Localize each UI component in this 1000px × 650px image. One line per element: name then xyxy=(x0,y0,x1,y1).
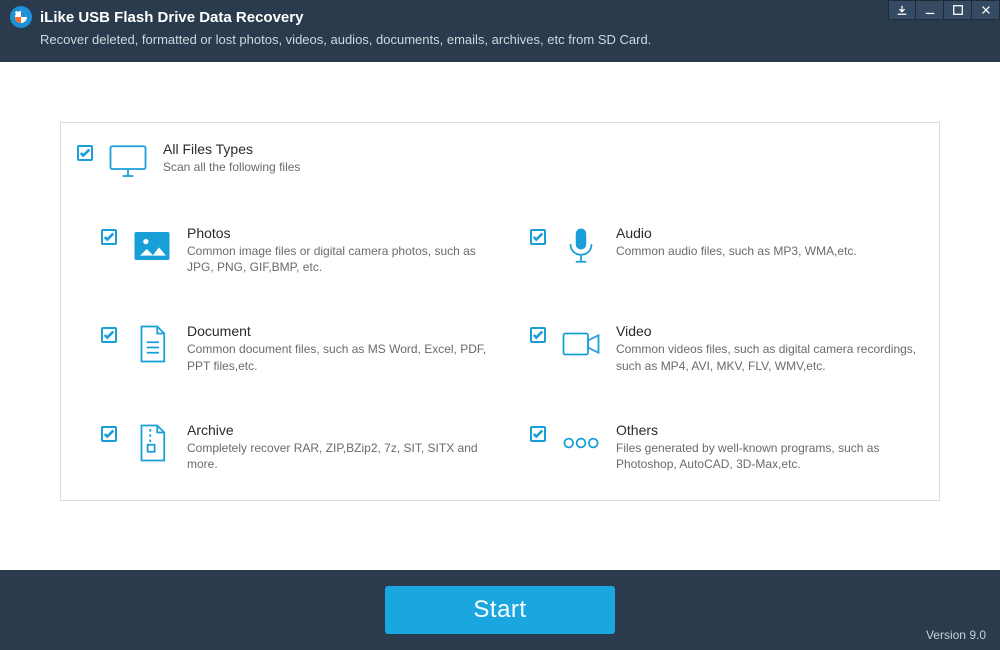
close-button[interactable] xyxy=(972,0,1000,20)
window-controls xyxy=(888,0,1000,20)
filetype-others-desc: Files generated by well-known programs, … xyxy=(616,440,929,472)
download-button[interactable] xyxy=(888,0,916,20)
filetype-document: Document Common document files, such as … xyxy=(101,323,500,373)
filetype-all: All Files Types Scan all the following f… xyxy=(71,141,929,183)
filetype-others: Others Files generated by well-known pro… xyxy=(530,422,929,472)
filetype-document-title: Document xyxy=(187,323,500,339)
filetype-audio-desc: Common audio files, such as MP3, WMA,etc… xyxy=(616,243,857,259)
filetype-video: Video Common videos files, such as digit… xyxy=(530,323,929,373)
app-title: iLike USB Flash Drive Data Recovery xyxy=(40,9,303,26)
start-button[interactable]: Start xyxy=(385,586,615,634)
maximize-button[interactable] xyxy=(944,0,972,20)
filetype-all-title: All Files Types xyxy=(163,141,300,157)
checkbox-video[interactable] xyxy=(530,327,546,343)
filetype-video-title: Video xyxy=(616,323,929,339)
file-types-panel: All Files Types Scan all the following f… xyxy=(60,122,940,501)
app-logo-icon xyxy=(10,6,32,28)
others-icon xyxy=(560,422,602,464)
image-icon xyxy=(131,225,173,267)
filetype-audio-title: Audio xyxy=(616,225,857,241)
app-subtitle: Recover deleted, formatted or lost photo… xyxy=(40,32,651,47)
checkbox-document[interactable] xyxy=(101,327,117,343)
filetype-all-desc: Scan all the following files xyxy=(163,159,300,175)
checkbox-photos[interactable] xyxy=(101,229,117,245)
titlebar: iLike USB Flash Drive Data Recovery Reco… xyxy=(0,0,1000,62)
filetype-photos-title: Photos xyxy=(187,225,500,241)
checkbox-all[interactable] xyxy=(77,145,93,161)
filetype-document-desc: Common document files, such as MS Word, … xyxy=(187,341,500,373)
filetype-video-desc: Common videos files, such as digital cam… xyxy=(616,341,929,373)
filetype-archive: Archive Completely recover RAR, ZIP,BZip… xyxy=(101,422,500,472)
filetype-audio: Audio Common audio files, such as MP3, W… xyxy=(530,225,929,275)
archive-icon xyxy=(131,422,173,464)
checkbox-others[interactable] xyxy=(530,426,546,442)
checkbox-audio[interactable] xyxy=(530,229,546,245)
filetype-photos: Photos Common image files or digital cam… xyxy=(101,225,500,275)
video-icon xyxy=(560,323,602,365)
minimize-button[interactable] xyxy=(916,0,944,20)
microphone-icon xyxy=(560,225,602,267)
filetype-archive-desc: Completely recover RAR, ZIP,BZip2, 7z, S… xyxy=(187,440,500,472)
main-content: All Files Types Scan all the following f… xyxy=(0,62,1000,501)
monitor-icon xyxy=(107,141,149,183)
version-label: Version 9.0 xyxy=(926,628,986,642)
filetype-others-title: Others xyxy=(616,422,929,438)
filetype-archive-title: Archive xyxy=(187,422,500,438)
checkbox-archive[interactable] xyxy=(101,426,117,442)
bottom-bar: Start Version 9.0 xyxy=(0,570,1000,650)
document-icon xyxy=(131,323,173,365)
filetype-photos-desc: Common image files or digital camera pho… xyxy=(187,243,500,275)
